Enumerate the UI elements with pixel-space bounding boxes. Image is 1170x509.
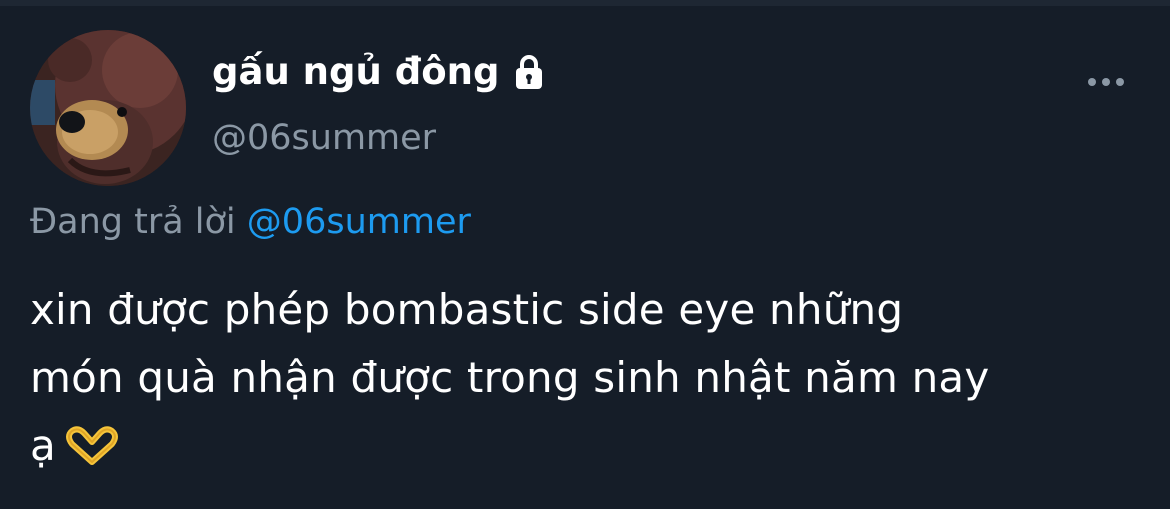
heart-hands-emoji <box>65 426 118 465</box>
tweet-text-line-last: ạ <box>30 412 1160 480</box>
top-divider <box>0 0 1170 6</box>
display-name-text: gấu ngủ đông <box>212 50 500 93</box>
reply-prefix: Đang trả lời <box>30 202 236 242</box>
lock-icon <box>516 54 543 89</box>
tweet-text-tail: ạ <box>30 421 56 470</box>
replying-to: Đang trả lời @06summer <box>30 202 471 242</box>
tweet-text: xin được phép bombastic side eye những m… <box>30 276 1160 480</box>
tweet-text-line: món quà nhận được trong sinh nhật năm na… <box>30 353 990 402</box>
avatar[interactable] <box>30 30 186 186</box>
tweet-text-line: xin được phép bombastic side eye những <box>30 285 904 334</box>
user-handle[interactable]: @06summer <box>212 118 436 158</box>
teddy-bear-avatar-image <box>30 30 186 186</box>
reply-mention-link[interactable]: @06summer <box>247 202 471 242</box>
display-name[interactable]: gấu ngủ đông <box>212 50 549 93</box>
more-horizontal-icon[interactable] <box>1086 72 1126 92</box>
